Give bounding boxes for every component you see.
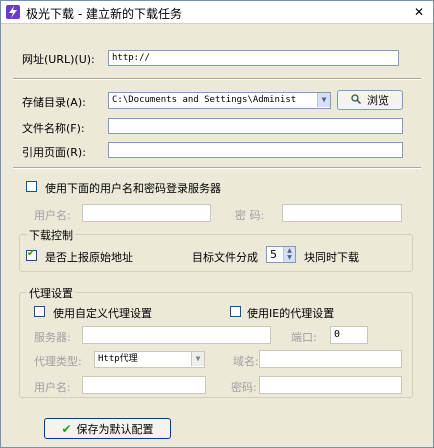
- login-password-label: 密 码:: [235, 209, 265, 222]
- spin-down-icon[interactable]: ▼: [284, 254, 295, 261]
- file-name-label: 文件名称(F):: [22, 122, 85, 135]
- proxy-custom-label: 使用自定义代理设置: [53, 307, 152, 320]
- proxy-ie-checkbox[interactable]: [230, 306, 241, 317]
- proxy-custom-checkbox[interactable]: [34, 306, 45, 317]
- proxy-server-input[interactable]: [82, 326, 271, 344]
- referer-input[interactable]: [108, 142, 403, 158]
- proxy-title: 代理设置: [27, 285, 75, 301]
- proxy-password-input[interactable]: [259, 376, 402, 394]
- proxy-port-label: 端口:: [291, 331, 317, 344]
- lightning-icon: [6, 5, 20, 19]
- split-count-stepper[interactable]: 5 ▲ ▼: [266, 246, 296, 263]
- login-username-label: 用户名:: [34, 209, 71, 222]
- spin-buttons: ▲ ▼: [283, 247, 295, 262]
- login-checkbox-label: 使用下面的用户名和密码登录服务器: [45, 182, 221, 195]
- proxy-domain-input[interactable]: [259, 350, 402, 368]
- referer-label: 引用页面(R):: [22, 146, 86, 159]
- title-bar: 极光下载 - 建立新的下载任务 ✕: [1, 1, 433, 24]
- url-label: 网址(URL)(U):: [22, 53, 95, 66]
- file-name-input[interactable]: [108, 118, 403, 134]
- split-label: 目标文件分成: [192, 251, 258, 264]
- login-password-input[interactable]: [282, 204, 402, 222]
- magnifier-icon: [351, 93, 362, 107]
- proxy-username-label: 用户名:: [34, 381, 71, 394]
- proxy-port-input[interactable]: 0: [330, 326, 368, 344]
- browse-button[interactable]: 浏览: [337, 90, 403, 110]
- download-control-title: 下载控制: [27, 227, 75, 243]
- proxy-password-label: 密码:: [231, 381, 257, 394]
- browse-label: 浏览: [367, 94, 389, 107]
- spin-up-icon[interactable]: ▲: [284, 247, 295, 254]
- proxy-server-label: 服务器:: [34, 331, 71, 344]
- save-default-button[interactable]: ✔ 保存为默认配置: [44, 418, 171, 439]
- save-default-label: 保存为默认配置: [76, 422, 154, 436]
- save-dir-label: 存储目录(A):: [22, 96, 86, 109]
- report-origin-checkbox[interactable]: [26, 248, 37, 261]
- proxy-type-label: 代理类型:: [34, 355, 82, 368]
- dialog-body: 网址(URL)(U): http:// 存储目录(A): C:\Document…: [1, 24, 433, 447]
- chevron-down-icon[interactable]: ▼: [317, 93, 330, 107]
- proxy-type-select[interactable]: Http代理 ▼: [94, 351, 205, 368]
- proxy-username-input[interactable]: [82, 376, 206, 394]
- separator: [13, 78, 421, 80]
- proxy-domain-label: 域名:: [233, 355, 259, 368]
- chevron-down-icon[interactable]: ▼: [191, 352, 204, 366]
- proxy-ie-label: 使用IE的代理设置: [247, 307, 335, 320]
- window-title: 极光下载 - 建立新的下载任务: [26, 7, 182, 21]
- close-button[interactable]: ✕: [411, 4, 427, 20]
- url-input[interactable]: http://: [108, 50, 399, 66]
- split-suffix-label: 块同时下载: [304, 251, 359, 264]
- login-username-input[interactable]: [82, 204, 211, 222]
- save-dir-value: C:\Documents and Settings\Administ: [112, 95, 297, 105]
- save-dir-combo[interactable]: C:\Documents and Settings\Administ ▼: [108, 92, 331, 109]
- login-checkbox[interactable]: [26, 181, 37, 192]
- dialog-window: 极光下载 - 建立新的下载任务 ✕ 网址(URL)(U): http:// 存储…: [0, 0, 434, 448]
- report-origin-label: 是否上报原始地址: [45, 251, 133, 264]
- proxy-type-value: Http代理: [98, 354, 138, 364]
- separator: [13, 167, 421, 169]
- split-count-value: 5: [270, 248, 277, 261]
- green-check-icon: ✔: [61, 421, 72, 436]
